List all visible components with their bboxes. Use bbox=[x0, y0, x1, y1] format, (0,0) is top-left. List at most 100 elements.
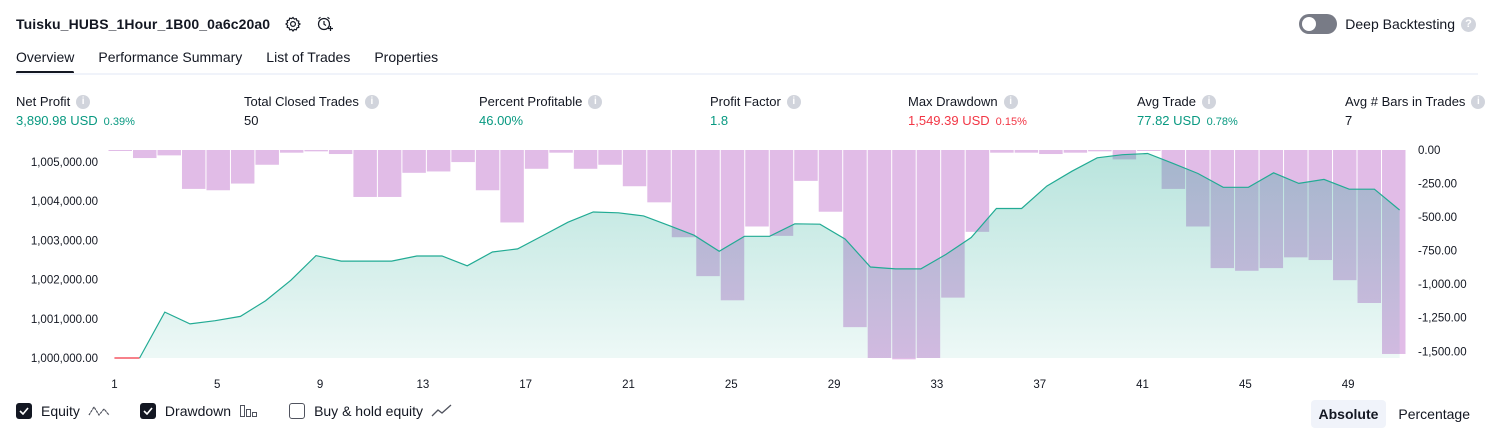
mode-percentage-button[interactable]: Percentage bbox=[1390, 400, 1478, 428]
buy-hold-checkbox[interactable] bbox=[289, 403, 306, 419]
info-icon[interactable]: i bbox=[76, 94, 91, 109]
drawdown-bar bbox=[132, 150, 157, 159]
equity-axis-tick: 1,003,000.00 bbox=[31, 235, 98, 247]
drawdown-bar bbox=[622, 150, 647, 187]
metric-value: 50 bbox=[244, 113, 259, 128]
drawdown-bar bbox=[451, 150, 475, 163]
checkmark-icon bbox=[143, 407, 153, 415]
metric-value: 46.00% bbox=[479, 113, 524, 128]
equity-drawdown-chart[interactable]: 1,000,000.00 1,001,000.00 1,002,000.00 1,00… bbox=[0, 140, 1494, 395]
report-tabs: Overview Performance Summary List of Tra… bbox=[16, 46, 462, 74]
drawdown-bar bbox=[965, 150, 990, 232]
drawdown-bar bbox=[230, 150, 255, 184]
drawdown-bar bbox=[1088, 150, 1112, 152]
info-icon[interactable]: i bbox=[588, 94, 603, 109]
drawdown-bar bbox=[671, 150, 696, 238]
drawdown-checkbox[interactable] bbox=[139, 403, 156, 419]
help-icon[interactable]: ? bbox=[1461, 16, 1476, 32]
equity-axis-tick: 1,005,000.00 bbox=[31, 157, 98, 169]
drawdown-axis-tick: -500.00 bbox=[1418, 212, 1457, 224]
deep-backtesting-toggle[interactable] bbox=[1299, 14, 1338, 34]
drawdown-bar bbox=[304, 150, 328, 152]
metric-label: Total Closed Trades bbox=[244, 94, 359, 109]
tab-list-of-trades[interactable]: List of Trades bbox=[266, 46, 350, 74]
tab-overview[interactable]: Overview bbox=[16, 46, 75, 74]
checkmark-icon bbox=[19, 407, 29, 415]
drawdown-bar bbox=[647, 150, 671, 203]
strategy-header: Tuisku_HUBS_1Hour_1B00_0a6c20a0 bbox=[16, 12, 334, 36]
equity-axis-tick: 1,001,000.00 bbox=[31, 314, 98, 326]
metric-avg-bars-in-trades: Avg # Bars in Trades i 7 bbox=[1345, 93, 1486, 129]
tabs-divider bbox=[16, 73, 1478, 75]
legend-drawdown[interactable]: Drawdown bbox=[139, 403, 259, 419]
info-icon[interactable]: i bbox=[786, 94, 801, 109]
mode-absolute-button[interactable]: Absolute bbox=[1310, 400, 1387, 428]
equity-axis-tick: 1,000,000.00 bbox=[31, 353, 98, 365]
metric-avg-trade: Avg Trade i 77.82 USD 0.78% bbox=[1137, 93, 1238, 129]
drawdown-bar bbox=[794, 150, 818, 181]
info-icon[interactable]: i bbox=[364, 94, 379, 109]
chart-legend: Equity Drawdown Buy & hold equity bbox=[16, 403, 483, 419]
metric-value: 1.8 bbox=[710, 113, 729, 128]
x-axis-tick: 1 bbox=[111, 379, 117, 391]
metric-value: 3,890.98 USD bbox=[16, 113, 98, 128]
x-axis-tick: 45 bbox=[1239, 379, 1252, 391]
x-axis-tick: 13 bbox=[416, 379, 429, 391]
drawdown-bar bbox=[769, 150, 794, 236]
drawdown-bars-icon bbox=[239, 404, 259, 418]
metric-total-closed-trades: Total Closed Trades i 50 bbox=[244, 93, 379, 129]
x-axis-tick: 25 bbox=[725, 379, 738, 391]
info-icon[interactable]: i bbox=[1471, 94, 1486, 109]
drawdown-bar bbox=[1039, 150, 1063, 155]
metric-percent-profitable: Percent Profitable i 46.00% bbox=[479, 93, 603, 129]
legend-buy-hold[interactable]: Buy & hold equity bbox=[289, 403, 453, 419]
add-alert-icon[interactable] bbox=[316, 15, 334, 33]
drawdown-bar bbox=[328, 150, 353, 155]
drawdown-bar bbox=[1014, 150, 1039, 153]
drawdown-bar bbox=[524, 150, 549, 169]
metric-value: 77.82 USD bbox=[1137, 113, 1201, 128]
legend-equity-label: Equity bbox=[41, 403, 80, 419]
drawdown-bar bbox=[990, 150, 1014, 153]
drawdown-bar bbox=[157, 150, 181, 156]
x-axis-tick: 41 bbox=[1136, 379, 1149, 391]
metric-percent: 0.39% bbox=[103, 116, 135, 128]
info-icon[interactable]: i bbox=[1003, 94, 1018, 109]
drawdown-bar bbox=[181, 150, 206, 189]
equity-axis-tick: 1,004,000.00 bbox=[31, 196, 98, 208]
equity-checkbox[interactable] bbox=[16, 403, 32, 419]
metric-label: Max Drawdown bbox=[908, 94, 998, 109]
drawdown-bar bbox=[573, 150, 598, 169]
drawdown-axis-tick: -250.00 bbox=[1418, 179, 1457, 191]
toggle-knob bbox=[1302, 17, 1317, 31]
drawdown-axis-tick: -1,500.00 bbox=[1418, 346, 1467, 358]
metric-label: Avg Trade bbox=[1137, 94, 1197, 109]
metric-net-profit: Net Profit i 3,890.98 USD 0.39% bbox=[16, 93, 135, 129]
drawdown-bar bbox=[598, 150, 622, 165]
x-axis-tick: 5 bbox=[214, 379, 220, 391]
tab-performance-summary[interactable]: Performance Summary bbox=[98, 46, 242, 74]
drawdown-bar bbox=[255, 150, 279, 165]
drawdown-bar bbox=[475, 150, 500, 191]
drawdown-bar bbox=[206, 150, 230, 191]
drawdown-bar bbox=[353, 150, 377, 197]
legend-buy-hold-label: Buy & hold equity bbox=[314, 403, 424, 419]
drawdown-bar bbox=[500, 150, 524, 223]
metric-percent: 0.15% bbox=[995, 116, 1027, 128]
metric-label: Profit Factor bbox=[710, 94, 781, 109]
deep-backtesting-label: Deep Backtesting bbox=[1345, 16, 1455, 32]
gear-icon-graphic bbox=[285, 16, 302, 32]
tab-properties[interactable]: Properties bbox=[374, 46, 438, 74]
info-icon[interactable]: i bbox=[1202, 94, 1217, 109]
gear-icon[interactable] bbox=[284, 15, 302, 33]
drawdown-bar bbox=[279, 150, 304, 153]
drawdown-bar bbox=[1137, 150, 1161, 151]
drawdown-axis-tick: -750.00 bbox=[1418, 246, 1457, 258]
metric-label: Percent Profitable bbox=[479, 94, 583, 109]
drawdown-bar bbox=[1063, 150, 1088, 153]
equity-axis-tick: 1,002,000.00 bbox=[31, 275, 98, 287]
equity-line-icon bbox=[88, 404, 110, 418]
drawdown-bar bbox=[377, 150, 402, 197]
legend-equity[interactable]: Equity bbox=[16, 403, 110, 419]
metric-value: 7 bbox=[1345, 113, 1353, 128]
